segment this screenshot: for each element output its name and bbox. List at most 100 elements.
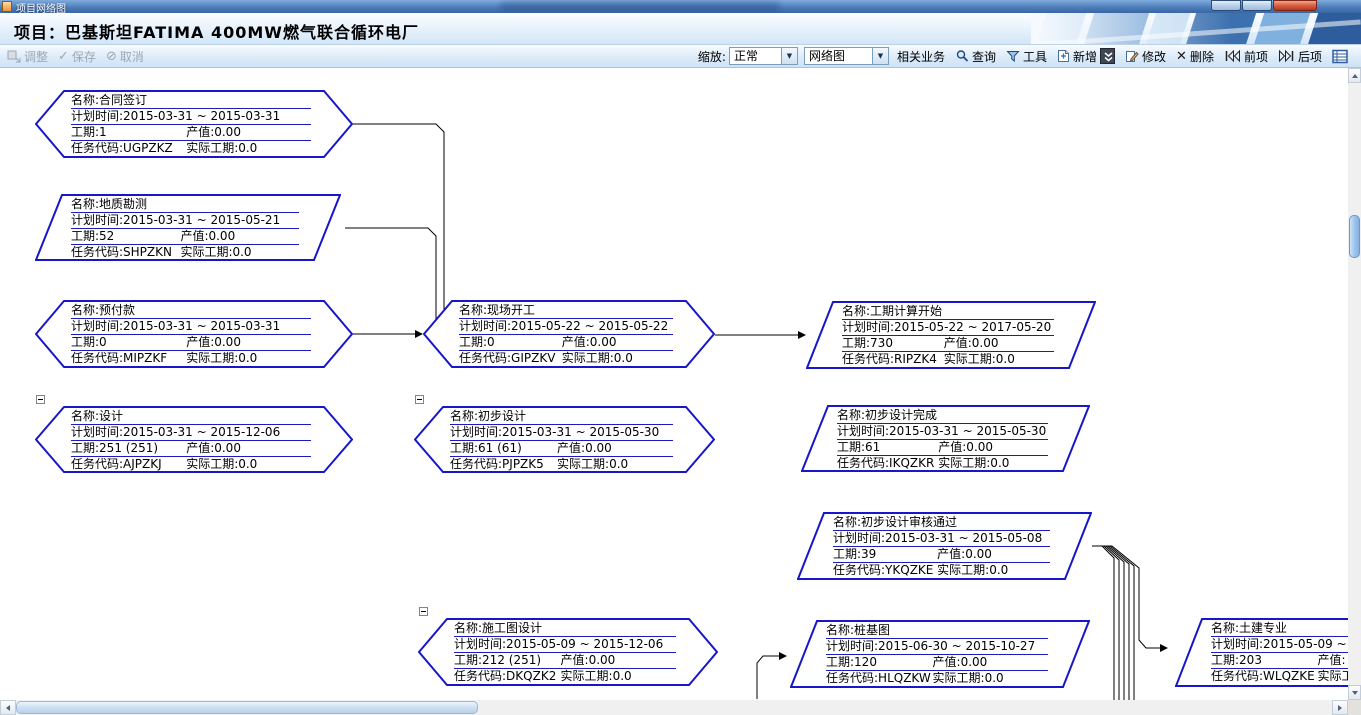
task-code-actual: 任务代码:AJPZKJ 实际工期:0.0: [71, 457, 311, 473]
previous-item-button[interactable]: 前项: [1219, 46, 1273, 66]
double-chevron-right-icon: [1278, 49, 1295, 63]
adjust-button[interactable]: 调整: [2, 46, 53, 66]
task-duration: 工期:52: [71, 229, 114, 243]
vertical-scrollbar[interactable]: [1348, 68, 1361, 700]
new-document-icon: [1057, 49, 1070, 63]
task-node-PJPZK5[interactable]: 名称:初步设计计划时间:2015-03-31 ~ 2015-05-30工期:61…: [414, 406, 715, 473]
task-node-YKQZKE[interactable]: 名称:初步设计审核通过计划时间:2015-03-31 ~ 2015-05-08工…: [797, 512, 1092, 580]
task-name: 名称:初步设计完成: [837, 408, 1048, 424]
window-title: 项目网络图: [16, 0, 66, 13]
save-button[interactable]: ✓ 保存: [53, 46, 101, 66]
table-icon: [1332, 49, 1348, 64]
task-actual-duration: 实际工期:0.0: [180, 245, 251, 260]
task-code-actual: 任务代码:MIPZKF 实际工期:0.0: [71, 351, 311, 367]
task-duration-output: 工期:120产值:0.00: [826, 655, 1048, 671]
task-node-SHPZKN[interactable]: 名称:地质勘测计划时间:2015-03-31 ~ 2015-05-21工期:52…: [35, 194, 341, 261]
task-actual-duration: 实际工期:0.0: [944, 352, 1015, 367]
related-business-button[interactable]: 相关业务: [892, 46, 950, 66]
task-output: 产值:0.00: [933, 655, 988, 670]
edit-icon: [1125, 49, 1139, 63]
task-node-MIPZKF[interactable]: 名称:预付款计划时间:2015-03-31 ~ 2015-03-31工期:0产值…: [35, 300, 353, 368]
task-node-IKQZKR[interactable]: 名称:初步设计完成计划时间:2015-03-31 ~ 2015-05-30工期:…: [801, 405, 1090, 472]
task-duration-output: 工期:212 (251)产值:0.00: [454, 653, 676, 669]
task-code: 任务代码:AJPZKJ: [71, 457, 162, 471]
task-plan-time: 计划时间:2015-05-09 ~: [1211, 637, 1348, 653]
maximize-button[interactable]: [1242, 0, 1272, 11]
task-actual-duration: 实际工期:: [1318, 669, 1348, 684]
task-node-DKQZK2[interactable]: 名称:施工图设计计划时间:2015-05-09 ~ 2015-12-06工期:2…: [418, 618, 718, 686]
collapse-toggle-icon[interactable]: [415, 395, 424, 404]
minimize-button[interactable]: [1211, 0, 1241, 11]
task-output: 产值:0.00: [562, 335, 617, 350]
task-output: 产值:0.00: [944, 336, 999, 351]
task-output: 产值:0.00: [186, 441, 241, 456]
view-select-value[interactable]: 网络图: [804, 47, 872, 65]
task-code-actual: 任务代码:DKQZK2 实际工期:0.0: [454, 669, 676, 685]
task-node-GIPZKV[interactable]: 名称:现场开工计划时间:2015-05-22 ~ 2015-05-22工期:0产…: [423, 300, 715, 368]
task-name: 名称:初步设计: [450, 409, 673, 425]
task-actual-duration: 实际工期:0.0: [561, 669, 632, 684]
task-plan-time: 计划时间:2015-03-31 ~ 2015-12-06: [71, 425, 311, 441]
task-node-WLQZKE[interactable]: 名称:土建专业计划时间:2015-05-09 ~工期:203产值:任务代码:WL…: [1175, 618, 1348, 687]
query-button[interactable]: 查询: [950, 46, 1001, 66]
cancel-button[interactable]: ⊘ 取消: [101, 46, 149, 66]
collapse-toggle-icon[interactable]: [419, 607, 428, 616]
double-chevron-down-icon[interactable]: [1100, 48, 1115, 64]
task-actual-duration: 实际工期:0.0: [186, 351, 257, 366]
horizontal-scroll-thumb[interactable]: [16, 701, 478, 714]
collapse-toggle-icon[interactable]: [36, 395, 45, 404]
next-item-button[interactable]: 后项: [1273, 46, 1327, 66]
view-select[interactable]: 网络图 ▼: [804, 47, 889, 65]
task-code-actual: 任务代码:GIPZKV实际工期:0.0: [459, 351, 673, 367]
scroll-left-button[interactable]: [0, 700, 16, 715]
task-code: 任务代码:UGPZKZ: [71, 141, 173, 155]
zoom-select-value[interactable]: 正常: [729, 47, 781, 65]
grid-view-button[interactable]: [1327, 46, 1353, 66]
task-duration-output: 工期:730 产值:0.00: [842, 336, 1054, 352]
task-output: 产值:0.00: [186, 335, 241, 350]
scroll-up-button[interactable]: [1348, 68, 1361, 83]
scroll-right-button[interactable]: [1332, 700, 1348, 715]
chevron-down-icon[interactable]: ▼: [781, 47, 798, 65]
task-duration: 工期:39: [833, 547, 876, 561]
task-code-actual: 任务代码:PJPZK5实际工期:0.0: [450, 457, 673, 473]
task-node-UGPZKZ[interactable]: 名称:合同签订计划时间:2015-03-31 ~ 2015-03-31工期:1产…: [35, 90, 353, 158]
task-actual-duration: 实际工期:0.0: [186, 141, 257, 156]
task-node-HLQZKW[interactable]: 名称:桩基图计划时间:2015-06-30 ~ 2015-10-27工期:120…: [790, 620, 1090, 688]
task-node-RIPZK4[interactable]: 名称:工期计算开始计划时间:2015-05-22 ~ 2017-05-20工期:…: [806, 301, 1096, 369]
task-code-actual: 任务代码:IKQZKR实际工期:0.0: [837, 456, 1048, 472]
task-actual-duration: 实际工期:0.0: [933, 671, 1004, 686]
horizontal-scrollbar[interactable]: [0, 700, 1348, 715]
task-plan-time: 计划时间:2015-06-30 ~ 2015-10-27: [826, 639, 1048, 655]
vertical-scroll-thumb[interactable]: [1349, 215, 1360, 258]
task-plan-time: 计划时间:2015-03-31 ~ 2015-03-31: [71, 109, 311, 125]
add-button[interactable]: 新增: [1052, 46, 1120, 66]
task-code: 任务代码:DKQZK2: [454, 669, 556, 683]
zoom-select[interactable]: 正常 ▼: [729, 47, 798, 65]
modify-button[interactable]: 修改: [1120, 46, 1171, 66]
task-duration: 工期:730: [842, 336, 893, 350]
task-actual-duration: 实际工期:0.0: [937, 563, 1008, 578]
toolbar: 调整 ✓ 保存 ⊘ 取消 缩放: 正常 ▼ 网络图 ▼ 相关业务 查询: [0, 45, 1361, 68]
chevron-down-icon[interactable]: ▼: [872, 47, 889, 65]
search-icon: [955, 49, 969, 63]
task-output: 产值:0.00: [557, 441, 612, 456]
adjust-icon: [7, 49, 21, 63]
task-actual-duration: 实际工期:0.0: [186, 457, 257, 472]
window-titlebar: 项目网络图: [0, 0, 1361, 13]
zoom-label: 缩放:: [698, 48, 726, 65]
close-button[interactable]: [1273, 0, 1317, 11]
task-duration-output: 工期:52产值:0.00: [71, 229, 299, 245]
task-code: 任务代码:PJPZK5: [450, 457, 544, 471]
tools-button[interactable]: 工具: [1001, 46, 1052, 66]
diagram-canvas[interactable]: 名称:合同签订计划时间:2015-03-31 ~ 2015-03-31工期:1产…: [0, 68, 1348, 700]
scroll-down-button[interactable]: [1348, 685, 1361, 700]
task-code: 任务代码:SHPZKN: [71, 245, 172, 259]
header-building-decoration: [1031, 13, 1361, 45]
delete-button[interactable]: ✕ 删除: [1171, 46, 1219, 66]
task-node-AJPZKJ[interactable]: 名称:设计计划时间:2015-03-31 ~ 2015-12-06工期:251 …: [35, 406, 353, 473]
task-code-actual: 任务代码:HLQZKW实际工期:0.0: [826, 671, 1048, 687]
task-name: 名称:工期计算开始: [842, 304, 1054, 320]
task-code: 任务代码:MIPZKF: [71, 351, 167, 365]
page-title: 项目：巴基斯坦FATIMA 400MW燃气联合循环电厂: [14, 19, 419, 43]
